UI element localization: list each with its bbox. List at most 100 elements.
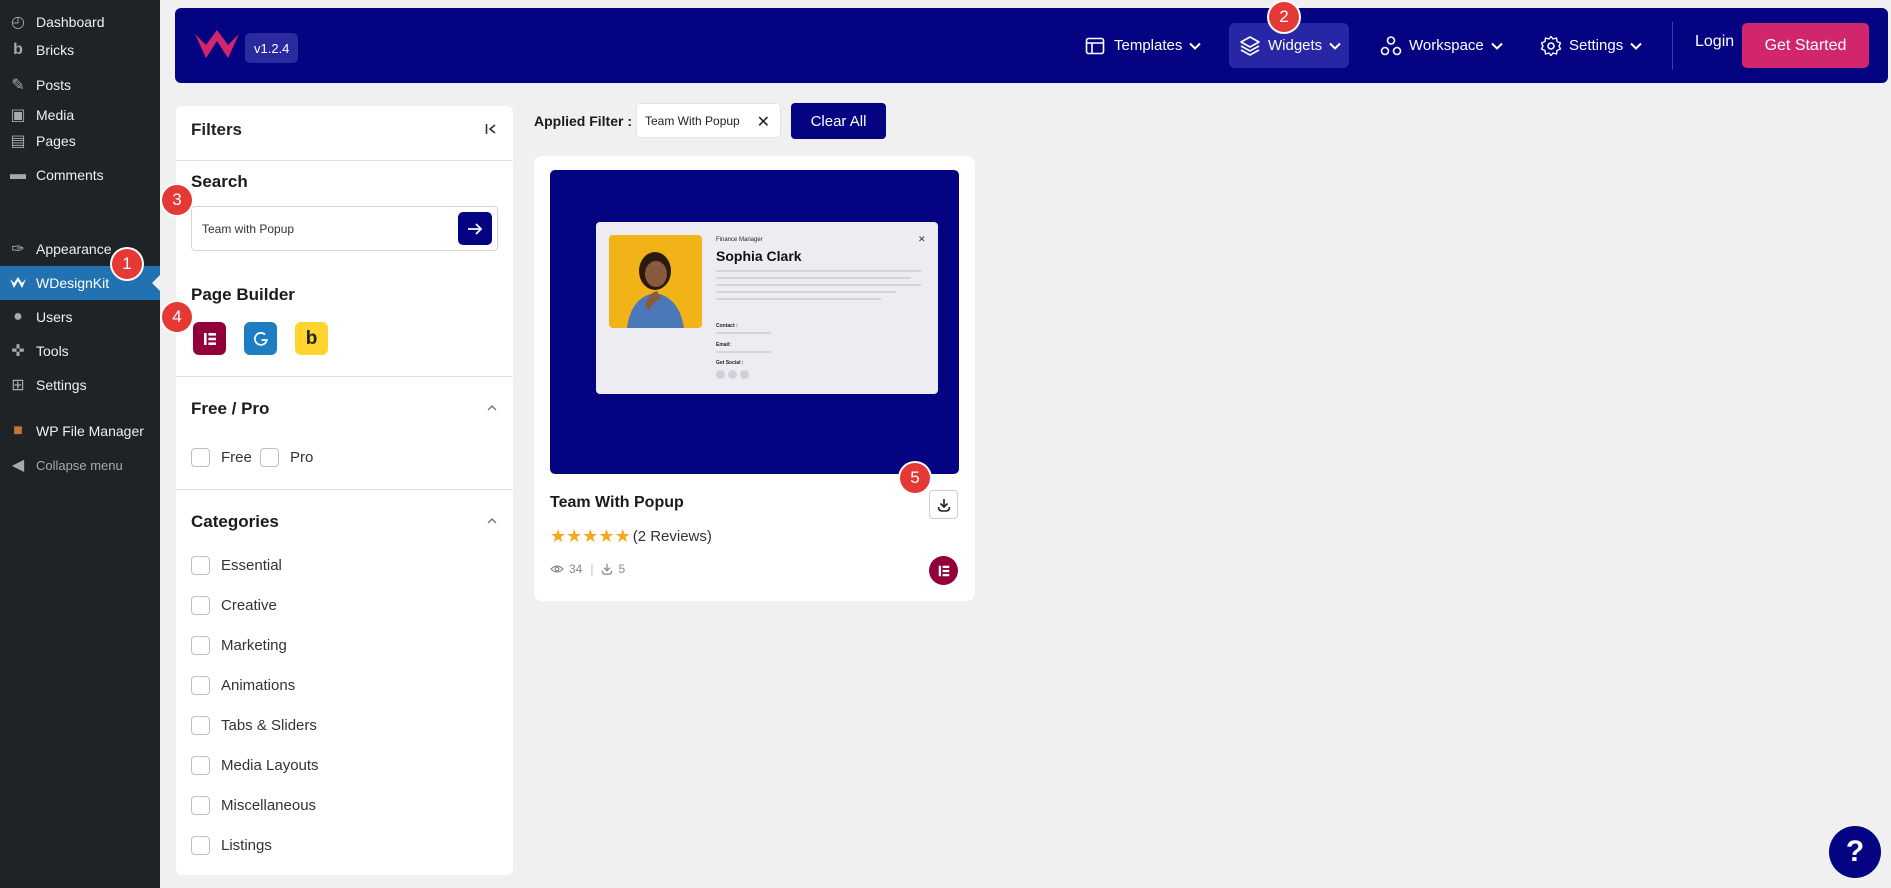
category-checkbox[interactable] [191,636,210,655]
pro-checkbox-row[interactable]: Pro [260,448,313,467]
chevron-up-icon[interactable] [487,403,497,414]
category-checkbox[interactable] [191,716,210,735]
bricks-filter-button[interactable]: b [295,322,328,355]
close-icon[interactable]: ✕ [757,112,770,132]
get-started-button[interactable]: Get Started [1742,23,1869,68]
category-row[interactable]: Marketing [191,636,287,655]
categories-heading: Categories [191,512,279,531]
category-checkbox[interactable] [191,836,210,855]
category-label: Essential [221,557,282,574]
downloads-count: 5 [618,562,626,576]
widget-preview-image[interactable]: Finance Manager Sophia Clark ✕ Contact :… [550,170,959,474]
preview-popup: Finance Manager Sophia Clark ✕ Contact :… [596,222,938,394]
preview-role: Finance Manager [716,237,763,243]
wp-menu-label: Bricks [36,42,75,58]
search-submit-button[interactable] [458,212,492,245]
wp-menu-label: Posts [36,77,72,93]
wp-menu-label: Collapse menu [36,457,123,473]
nav-templates[interactable]: Templates [1085,23,1202,68]
step-marker-2: 2 [1269,2,1299,32]
collapse-panel-icon[interactable] [485,122,497,138]
preview-text-line [716,332,771,334]
wp-menu-file-manager[interactable]: ■ WP File Manager [0,414,160,448]
step-marker-5: 5 [900,463,930,493]
arrow-right-icon [468,222,483,235]
widget-title[interactable]: Team With Popup [550,494,684,512]
free-checkbox-row[interactable]: Free [191,448,252,467]
eye-icon [550,565,564,573]
preview-photo [609,235,702,328]
category-checkbox[interactable] [191,796,210,815]
page-builder-heading: Page Builder [191,285,295,304]
category-row[interactable]: Listings [191,836,272,855]
wp-menu-comments[interactable]: ▬ Comments [0,158,160,192]
category-row[interactable]: Tabs & Sliders [191,716,317,735]
nav-workspace-label: Workspace [1409,37,1484,54]
preview-social-label: Get Social : [716,360,744,366]
divider [176,376,513,377]
category-row[interactable]: Miscellaneous [191,796,316,815]
wp-menu-tools[interactable]: ✜ Tools [0,334,160,368]
wp-menu-label: WDesignKit [36,275,110,291]
download-icon [602,563,613,575]
category-row[interactable]: Essential [191,556,282,575]
free-checkbox[interactable] [191,448,210,467]
login-link[interactable]: Login [1695,33,1734,51]
wdesignkit-icon [8,273,28,293]
wdesignkit-logo[interactable] [195,28,239,62]
help-button[interactable]: ? [1829,826,1881,878]
wp-menu-label: Comments [36,167,104,183]
wrench-icon: ✜ [11,343,25,360]
nav-workspace[interactable]: Workspace [1380,23,1503,68]
wp-admin-sidebar: ◴ Dashboard b Bricks ✎ Posts ▣ Media ▤ P… [0,0,160,888]
category-label: Animations [221,677,296,694]
search-input[interactable] [202,217,442,241]
preview-email-label: Email: [716,342,732,348]
wp-menu-pages[interactable]: ▤ Pages [0,124,160,158]
wp-menu-label: Appearance [36,241,112,257]
category-label: Media Layouts [221,757,319,774]
wp-menu-collapse[interactable]: ◀ Collapse menu [0,448,160,482]
star-icon: ★ [566,526,583,546]
layers-icon [1240,35,1260,56]
category-row[interactable]: Media Layouts [191,756,319,775]
download-button[interactable] [929,490,958,519]
widget-card[interactable]: Finance Manager Sophia Clark ✕ Contact :… [534,156,975,601]
bricks-icon: b [13,41,23,58]
wp-menu-posts[interactable]: ✎ Posts [0,68,160,102]
category-checkbox[interactable] [191,556,210,575]
brush-icon: ✑ [11,241,25,258]
pro-checkbox[interactable] [260,448,279,467]
category-checkbox[interactable] [191,596,210,615]
category-checkbox[interactable] [191,756,210,775]
wp-menu-label: WP File Manager [36,423,144,439]
pages-icon: ▤ [10,133,26,150]
preview-text-line [716,277,911,279]
template-icon [1085,37,1105,54]
category-row[interactable]: Animations [191,676,295,695]
preview-text-line [716,291,896,293]
elementor-icon [938,565,949,576]
elementor-filter-button[interactable] [193,322,226,355]
gutenberg-filter-button[interactable] [244,322,277,355]
star-icon: ★ [550,526,567,546]
wp-menu-bricks[interactable]: b Bricks [0,33,160,67]
preview-contact-label: Contact : [716,323,738,329]
chevron-down-icon [1329,42,1341,50]
rating-stars: ★ ★ ★ ★ ★ (2 Reviews) [550,527,712,545]
download-icon [937,498,950,512]
chevron-up-icon[interactable] [487,516,497,527]
collapse-icon: ◀ [11,457,25,474]
wp-menu-users[interactable]: ● Users [0,300,160,334]
category-row[interactable]: Creative [191,596,277,615]
category-checkbox[interactable] [191,676,210,695]
views-count: 34 [569,562,583,576]
category-label: Miscellaneous [221,797,317,814]
wp-menu-settings[interactable]: ⊞ Settings [0,368,160,402]
nav-widgets-label: Widgets [1268,37,1323,54]
pin-icon: ✎ [11,77,25,94]
clear-all-button[interactable]: Clear All [791,103,886,139]
star-icon: ★ [582,526,599,546]
wp-menu-label: Dashboard [36,14,105,30]
nav-settings[interactable]: Settings [1540,23,1642,68]
